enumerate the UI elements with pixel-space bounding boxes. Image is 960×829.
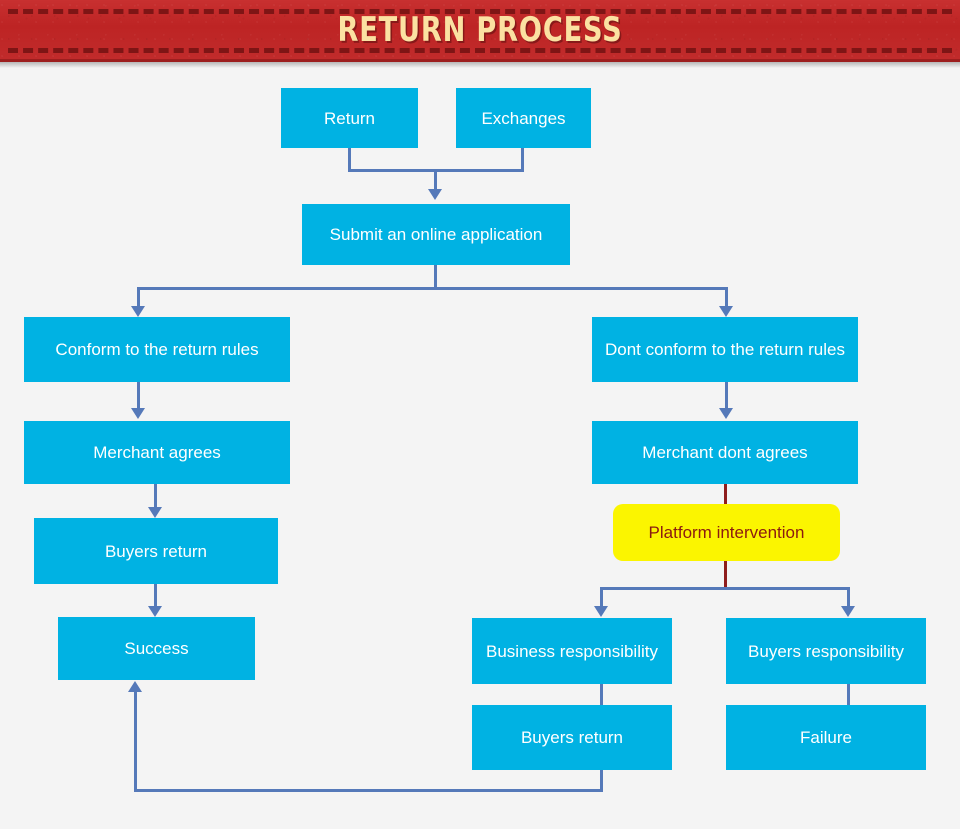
arrow-to-merchant-dont-agrees: [719, 408, 733, 419]
connector-submit-down: [434, 265, 437, 289]
node-platform-intervention[interactable]: Platform intervention: [613, 504, 840, 561]
arrow-to-business-responsibility: [594, 606, 608, 617]
arrow-to-submit: [428, 189, 442, 200]
node-buyers-return-left[interactable]: Buyers return: [34, 518, 278, 584]
node-business-responsibility[interactable]: Business responsibility: [472, 618, 672, 684]
node-merchant-dont-agrees[interactable]: Merchant dont agrees: [592, 421, 858, 484]
connector-loop-horizontal: [134, 789, 603, 792]
node-success[interactable]: Success: [58, 617, 255, 680]
arrow-to-conform: [131, 306, 145, 317]
connector-loop-up: [134, 690, 137, 791]
node-conform-rules[interactable]: Conform to the return rules: [24, 317, 290, 382]
connector-platform-split-horizontal: [600, 587, 850, 590]
node-submit-application[interactable]: Submit an online application: [302, 204, 570, 265]
connector-business-to-buyers-return: [600, 684, 603, 706]
arrow-to-buyers-return-left: [148, 507, 162, 518]
connector-buyers-resp-to-failure: [847, 684, 850, 706]
connector-merge-to-submit: [434, 169, 437, 191]
connector-dont-conform-to-merchant: [725, 382, 728, 410]
node-return[interactable]: Return: [281, 88, 418, 148]
page-title: RETURN PROCESS: [337, 10, 623, 50]
arrow-to-success: [148, 606, 162, 617]
arrow-to-buyers-responsibility: [841, 606, 855, 617]
node-failure[interactable]: Failure: [726, 705, 926, 770]
connector-branch-horizontal: [137, 287, 728, 290]
node-dont-conform-rules[interactable]: Dont conform to the return rules: [592, 317, 858, 382]
flowchart-canvas: RETURN PROCESS Return Exchanges Submit a…: [0, 0, 960, 829]
banner-shadow: [0, 62, 960, 68]
node-exchanges[interactable]: Exchanges: [456, 88, 591, 148]
arrow-loop-to-success: [128, 681, 142, 692]
node-buyers-responsibility[interactable]: Buyers responsibility: [726, 618, 926, 684]
arrow-to-dont-conform: [719, 306, 733, 317]
connector-conform-to-merchant: [137, 382, 140, 410]
node-buyers-return-right[interactable]: Buyers return: [472, 705, 672, 770]
arrow-to-merchant-agrees: [131, 408, 145, 419]
node-merchant-agrees[interactable]: Merchant agrees: [24, 421, 290, 484]
